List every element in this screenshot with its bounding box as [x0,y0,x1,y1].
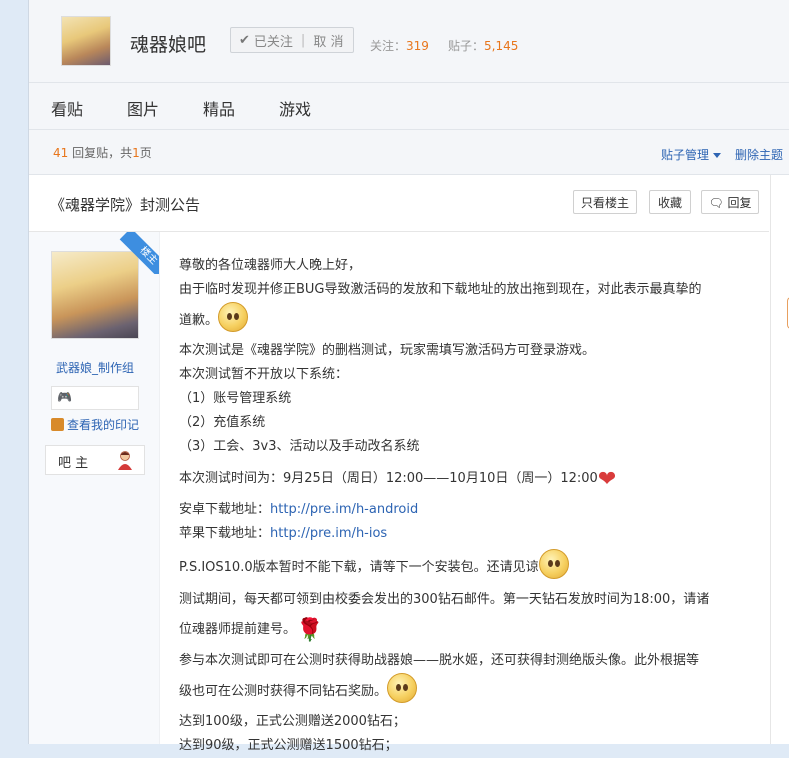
post-line: 道歉。 [179,313,219,328]
author-role: 吧 主 [58,456,89,471]
post-line: 级也可在公测时获得不同钻石奖励。 [179,684,388,699]
ios-download-link[interactable]: http://pre.im/h-ios [270,526,387,541]
apologetic-smiley-icon [538,549,569,579]
forum-header: 魂器娘吧 ✔ 已关注 | 取 消 关注：319 贴子：5,145 [29,0,789,83]
reply-button-label: 回复 [727,196,752,210]
followed-label: 已关注 [253,34,293,50]
post-content: 尊敬的各位魂器师大人晚上好， 由于临时发现并修正BUG导致激活码的发放和下载地址… [179,254,769,758]
check-icon: ✔ [239,32,250,48]
shy-smiley-icon [218,302,249,332]
forum-avatar[interactable] [61,16,111,66]
page-suffix: 页 [139,146,152,160]
tab-featured[interactable]: 精品 [203,96,235,120]
page-count: 1 [132,146,140,160]
post-manage-dropdown[interactable]: 贴子管理 [661,146,722,163]
post-line: 本次测试是《魂器学院》的删档测试，玩家需填写激活码方可登录游戏。 [179,343,596,358]
tab-pictures[interactable]: 图片 [127,96,159,120]
post-line: 达到100级，正式公测赠送2000钻石； [179,714,406,729]
posts-count: 5,145 [484,39,519,53]
post-line: P.S.IOS10.0版本暂时不能下载，请等下一个安装包。还请见谅 [179,560,539,575]
reply-count: 41 [53,146,69,160]
gamepad-icon[interactable]: 🎮 [57,390,72,404]
op-ribbon-label: 楼主 [119,232,159,274]
forum-frame: 魂器娘吧 ✔ 已关注 | 取 消 关注：319 贴子：5,145 看贴 图片 精… [28,0,789,753]
tab-games[interactable]: 游戏 [279,96,311,120]
post-line: 达到90级，正式公测赠送1500钻石； [179,738,398,753]
forum-stats: 关注：319 贴子：5,145 [370,37,518,54]
followers-label: 关注： [370,39,407,53]
follow-box: ✔ 已关注 | 取 消 [230,27,354,53]
post-line: 本次测试暂不开放以下系统： [179,367,349,382]
delete-topic-link[interactable]: 删除主题 [735,146,783,163]
post-line: 测试期间，每天都可领到由校委会发出的300钻石邮件。第一天钻石发放时间为18:0… [179,592,710,607]
forum-nav: 看贴 图片 精品 游戏 [29,83,789,130]
author-badge-box: 🎮 [51,386,139,410]
forum-name[interactable]: 魂器娘吧 [130,30,206,57]
author-role-box: 吧 主 [45,445,145,475]
post-line: 参与本次测试即可在公测时获得助战器娘——脱水姬，还可获得封测绝版头像。此外根据等 [179,653,700,668]
thread-title: 《魂器学院》封测公告 [50,196,201,214]
comment-icon: 🗨 [708,196,724,210]
caret-down-icon [713,153,722,158]
right-sidebar-edge [770,175,789,744]
op-ribbon: 楼主 [117,232,159,274]
collect-button[interactable]: 收藏 [649,190,691,214]
book-icon [51,418,64,431]
reply-button[interactable]: 🗨 回复 [701,190,759,214]
post-manage-label: 贴子管理 [661,148,710,162]
post-line: （1）账号管理系统 [179,391,292,406]
post-line: （3）工会、3v3、活动以及手动改名系统 [179,439,420,454]
post-line: 苹果下载地址： [179,526,271,541]
post-line: （2）充值系统 [179,415,266,430]
reply-text: 回复贴，共 [72,146,133,160]
hearts-icon: ❤ [597,467,617,492]
imprint-label: 查看我的印记 [67,418,140,432]
post-line: 位魂器师提前建号。 [179,622,297,637]
post-line: 安卓下载地址： [179,502,271,517]
thread-titlebar: 《魂器学院》封测公告 只看楼主 收藏 🗨 回复 [29,175,769,232]
divider: | [300,32,306,48]
tab-posts[interactable]: 看贴 [51,96,83,120]
followers-count: 319 [406,39,429,53]
posts-label: 贴子： [448,39,485,53]
unfollow-button[interactable]: 取 消 [313,31,343,50]
post-line: 本次测试时间为：9月25日（周日）12:00——10月10日（周一）12:00 [179,471,598,486]
post-line: 尊敬的各位魂器师大人晚上好， [179,258,362,273]
moderator-figure-icon [118,451,132,470]
thread-pager: 41 回复贴，共1页 贴子管理 删除主题 [29,130,789,175]
reply-info: 41 回复贴，共1页 [53,144,152,161]
post-line: 由于临时发现并修正BUG导致激活码的发放和下载地址的放出拖到现在，对此表示最真挚… [179,282,702,297]
grin-smiley-icon [387,673,418,703]
rose-icon: 🌹 [296,618,324,643]
android-download-link[interactable]: http://pre.im/h-android [270,502,418,517]
only-op-button[interactable]: 只看楼主 [573,190,637,214]
author-sidebar: 楼主 武器娘_制作组 🎮 查看我的印记 吧 主 [29,232,160,744]
page-background-left [0,0,28,744]
view-imprint-link[interactable]: 查看我的印记 [51,416,139,433]
author-name[interactable]: 武器娘_制作组 [56,359,134,376]
